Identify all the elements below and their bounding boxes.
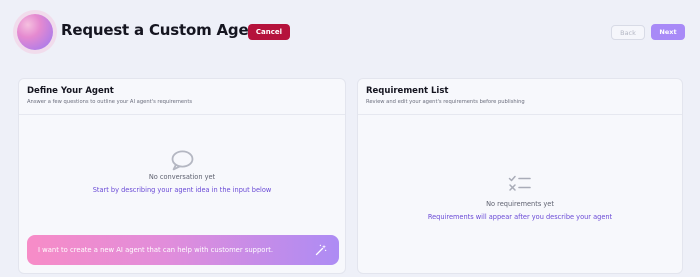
- next-button[interactable]: Next: [651, 24, 685, 40]
- define-agent-panel-header: Define Your Agent Answer a few questions…: [19, 79, 345, 115]
- page-header: Request a Custom Agent Cancel Back Next: [0, 0, 700, 66]
- empty-conversation-title: No conversation yet: [148, 173, 216, 181]
- define-agent-title: Define Your Agent: [27, 86, 114, 96]
- checklist-icon: [508, 175, 531, 191]
- page-title: Request a Custom Agent: [61, 21, 266, 39]
- cancel-button[interactable]: Cancel: [248, 24, 290, 40]
- requirement-list-panel: Requirement List Review and edit your ag…: [357, 78, 683, 274]
- back-button[interactable]: Back: [611, 25, 645, 40]
- conversation-empty-state: No conversation yet Start by describing …: [19, 150, 345, 194]
- define-agent-panel: Define Your Agent Answer a few questions…: [18, 78, 346, 274]
- agent-idea-input[interactable]: I want to create a new AI agent that can…: [27, 235, 339, 265]
- requirement-list-title: Requirement List: [366, 86, 449, 96]
- agent-idea-input-text: I want to create a new AI agent that can…: [38, 246, 274, 254]
- requirement-list-panel-header: Requirement List Review and edit your ag…: [358, 79, 682, 115]
- agent-avatar: [17, 14, 53, 50]
- empty-conversation-hint: Start by describing your agent idea in t…: [92, 186, 272, 194]
- chat-bubble-icon: [171, 150, 194, 171]
- requirements-empty-state: No requirements yet Requirements will ap…: [358, 174, 682, 221]
- requirement-list-subtitle: Review and edit your agent's requirement…: [366, 99, 525, 105]
- empty-requirements-hint: Requirements will appear after you descr…: [427, 213, 613, 221]
- define-agent-subtitle: Answer a few questions to outline your A…: [27, 99, 193, 105]
- magic-wand-icon[interactable]: [315, 244, 327, 256]
- empty-requirements-title: No requirements yet: [486, 200, 554, 208]
